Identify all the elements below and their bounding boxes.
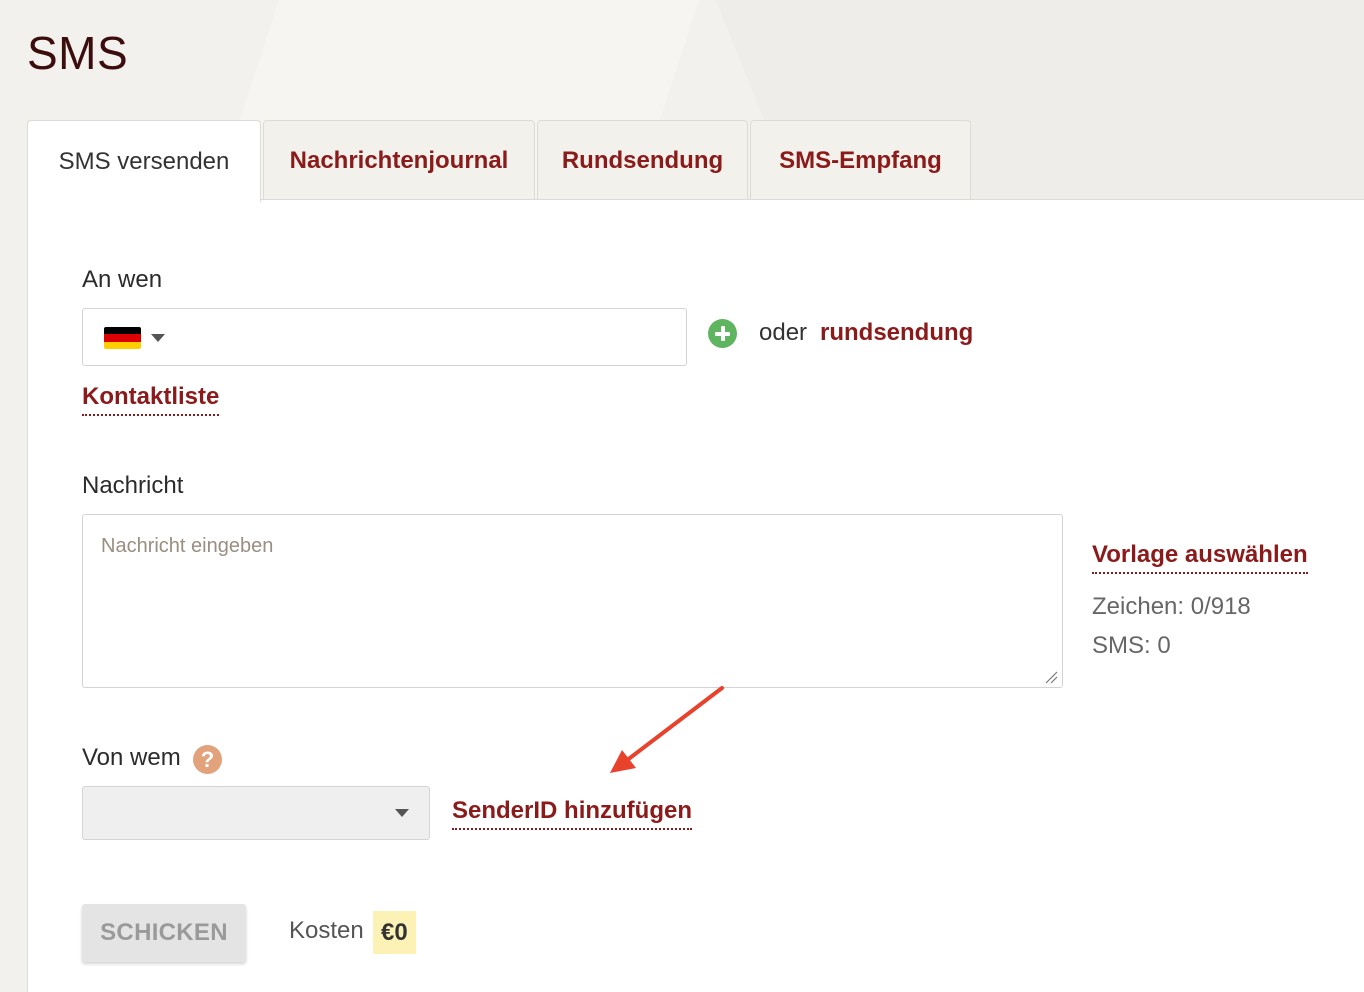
chevron-down-icon[interactable] [395,809,409,817]
phone-input[interactable] [82,308,687,366]
tab-bar: SMS versenden Nachrichtenjournal Rundsen… [27,120,973,202]
help-icon[interactable]: ? [193,745,222,774]
select-template-link[interactable]: Vorlage auswählen [1092,541,1308,574]
broadcast-link[interactable]: rundsendung [820,319,973,347]
chevron-down-icon[interactable] [151,334,165,342]
message-label: Nachricht [82,472,184,499]
tab-nachrichtenjournal[interactable]: Nachrichtenjournal [263,120,535,201]
cost-label: Kosten [289,917,364,944]
or-text: oder [759,319,808,346]
contact-list-link[interactable]: Kontaktliste [82,383,220,416]
sms-count: SMS: 0 [1092,632,1171,659]
tab-rundsendung[interactable]: Rundsendung [537,120,748,201]
flag-germany-icon[interactable] [104,327,141,349]
resize-handle-icon[interactable] [1044,670,1058,684]
add-senderid-link[interactable]: SenderID hinzufügen [452,797,692,830]
character-count: Zeichen: 0/918 [1092,593,1251,620]
annotation-arrow-icon [610,686,724,773]
sender-select[interactable] [82,786,430,840]
send-button[interactable]: SCHICKEN [82,904,246,962]
add-recipient-icon[interactable] [708,319,737,348]
tab-sms-versenden[interactable]: SMS versenden [27,120,261,202]
message-input[interactable] [82,514,1063,688]
recipient-label: An wen [82,266,163,293]
tab-sms-empfang[interactable]: SMS-Empfang [750,120,971,201]
sender-label: Von wem [82,744,181,771]
page-title: SMS [27,27,129,79]
cost-value: €0 [373,911,416,954]
